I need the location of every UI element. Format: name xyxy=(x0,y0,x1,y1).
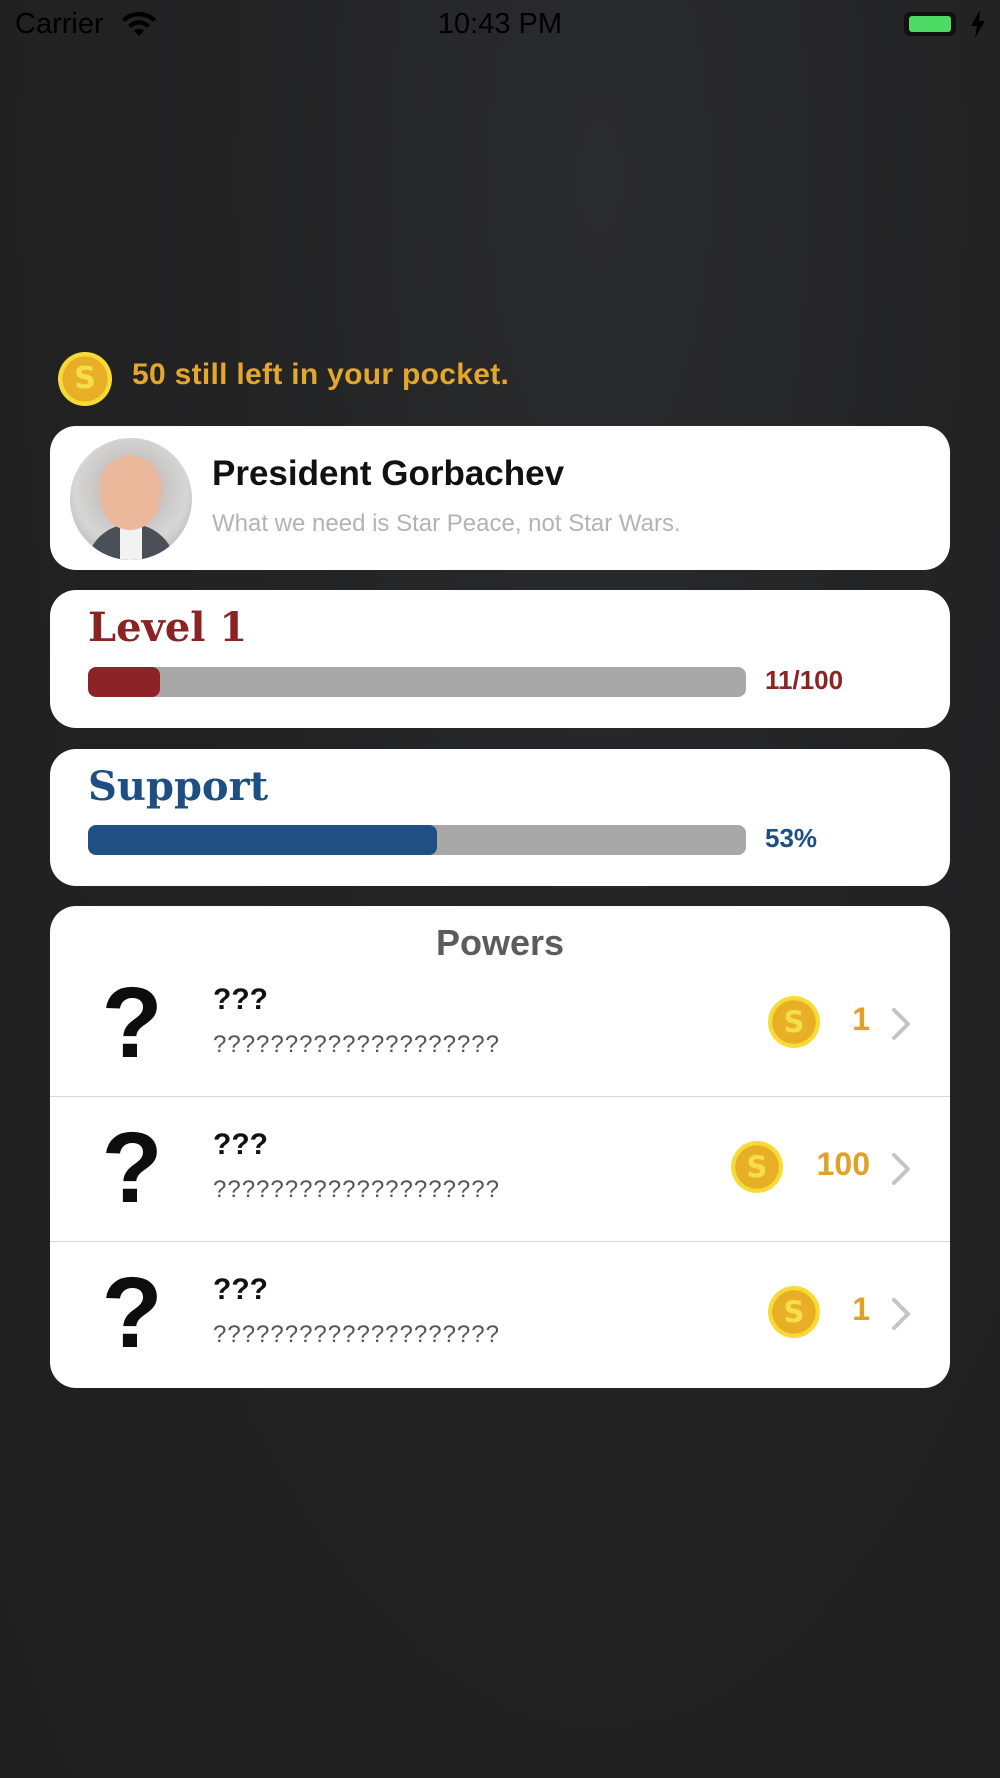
avatar xyxy=(70,438,192,560)
support-progress-bar xyxy=(88,825,746,855)
coin-icon: S xyxy=(731,1141,783,1193)
profile-name: President Gorbachev xyxy=(212,454,565,493)
power-name: ??? xyxy=(213,983,268,1016)
pocket-balance-text: 50 still left in your pocket. xyxy=(132,358,510,391)
power-name: ??? xyxy=(213,1273,268,1306)
question-mark-icon: ? xyxy=(101,967,163,1079)
power-description: ???????????????????? xyxy=(213,1031,500,1058)
charging-bolt-icon xyxy=(971,10,985,38)
support-progress-fill xyxy=(88,825,437,855)
power-description: ???????????????????? xyxy=(213,1321,500,1348)
question-mark-icon: ? xyxy=(101,1257,163,1369)
question-mark-icon: ? xyxy=(101,1112,163,1224)
battery-icon xyxy=(904,12,956,36)
battery-level-fill xyxy=(909,16,951,32)
profile-card: President Gorbachev What we need is Star… xyxy=(50,426,950,570)
power-price: 100 xyxy=(816,1146,870,1182)
coin-icon: S xyxy=(768,996,820,1048)
chevron-right-icon xyxy=(892,1298,910,1330)
support-title: Support xyxy=(88,763,269,810)
chevron-right-icon xyxy=(892,1008,910,1040)
status-bar: Carrier 10:43 PM xyxy=(0,0,1000,50)
power-description: ???????????????????? xyxy=(213,1176,500,1203)
power-row[interactable]: ? ??? ???????????????????? S 1 xyxy=(50,951,950,1097)
support-card: Support 53% xyxy=(50,749,950,886)
power-row[interactable]: ? ??? ???????????????????? S 100 xyxy=(50,1096,950,1242)
power-price: 1 xyxy=(852,1001,870,1037)
chevron-right-icon xyxy=(892,1153,910,1185)
coin-icon: S xyxy=(768,1286,820,1338)
level-title: Level 1 xyxy=(88,604,248,651)
status-time: 10:43 PM xyxy=(437,8,563,40)
profile-quote: What we need is Star Peace, not Star War… xyxy=(212,510,681,537)
level-card: Level 1 11/100 xyxy=(50,590,950,728)
support-progress-value: 53% xyxy=(765,823,818,853)
powers-card: Powers ? ??? ???????????????????? S 1 ? … xyxy=(50,906,950,1388)
power-price: 1 xyxy=(852,1291,870,1327)
coin-icon: S xyxy=(58,352,112,406)
level-progress-value: 11/100 xyxy=(765,665,844,695)
power-row[interactable]: ? ??? ???????????????????? S 1 xyxy=(50,1241,950,1386)
level-progress-bar xyxy=(88,667,746,697)
level-progress-fill xyxy=(88,667,161,697)
power-name: ??? xyxy=(213,1128,268,1161)
